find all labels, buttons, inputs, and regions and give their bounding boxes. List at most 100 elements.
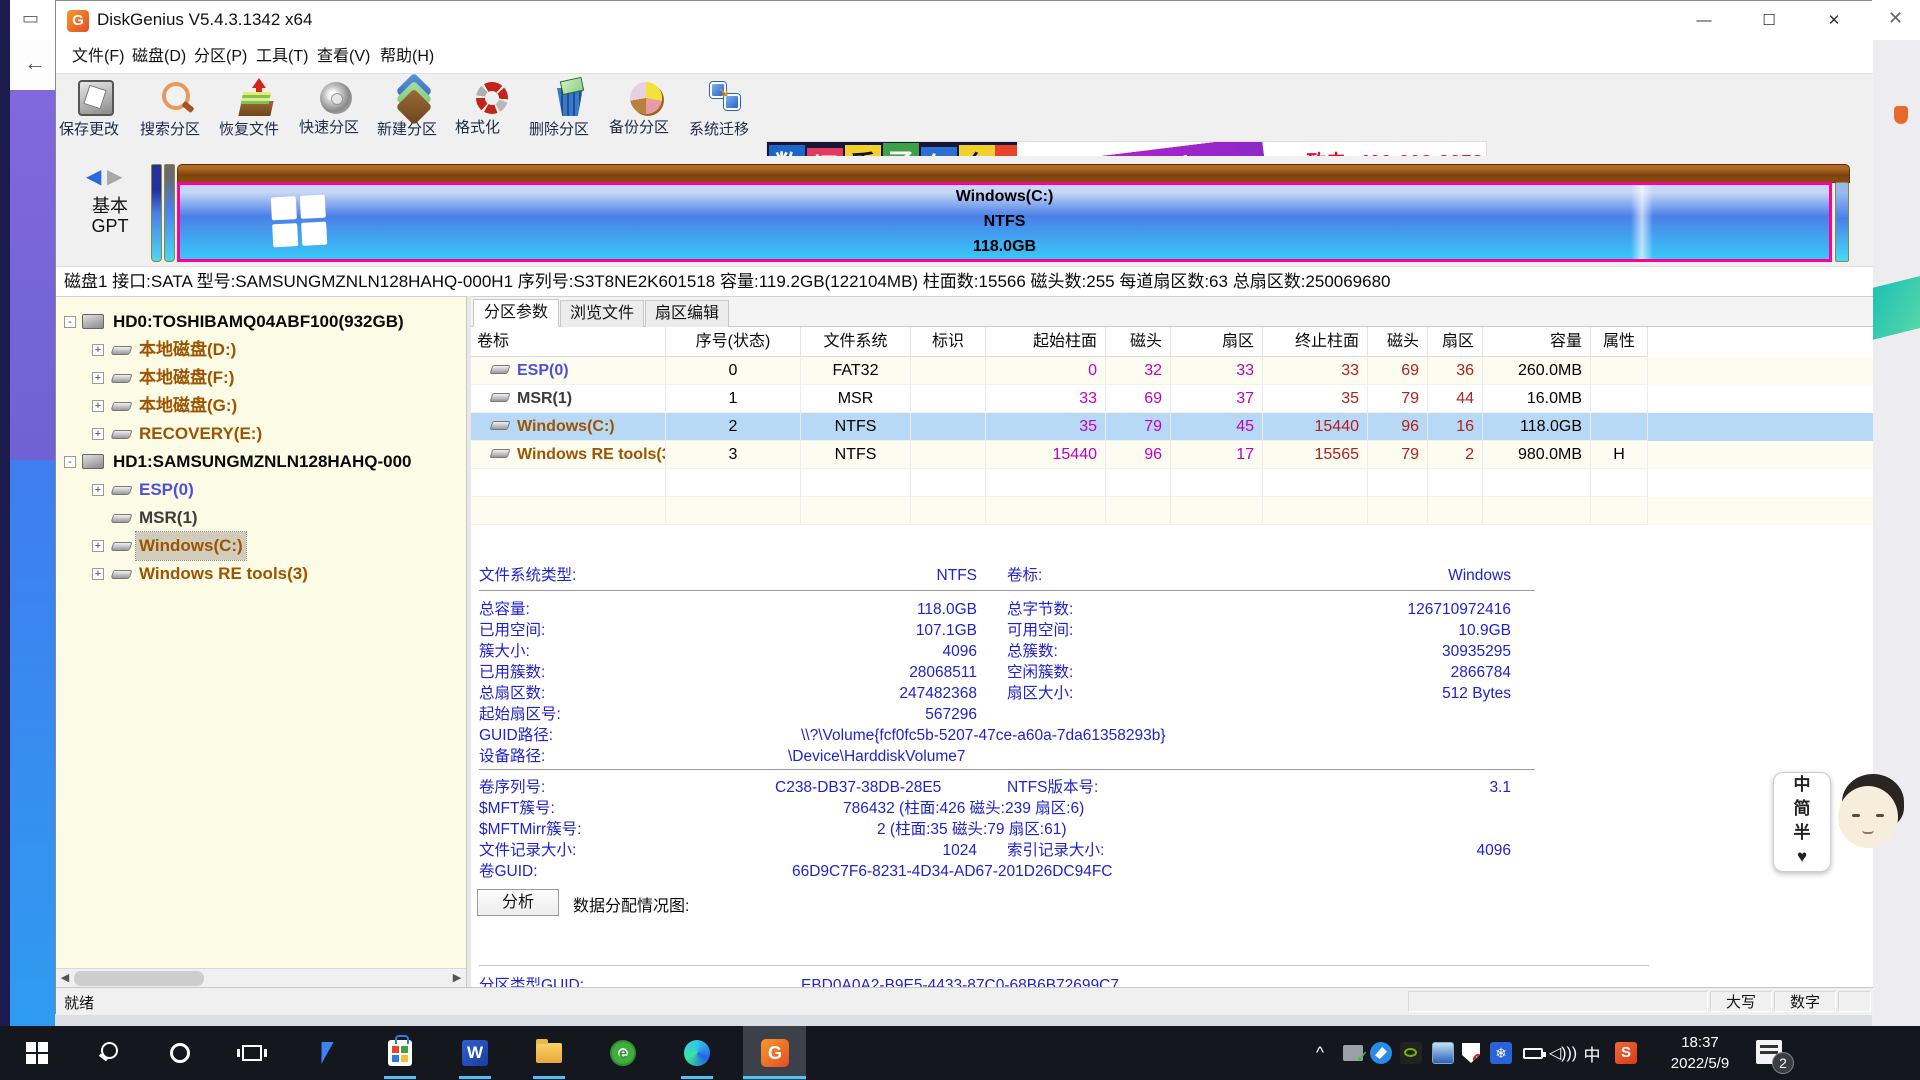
system-migration-button[interactable]: 系统迁移 [686,78,766,154]
detail-value: 118.0GB [621,599,977,620]
col-start-head[interactable]: 磁头 [1106,327,1171,357]
tree-item-msr[interactable]: MSR(1) [56,504,466,532]
expand-box-icon[interactable]: + [92,484,104,496]
col-start-cylinder[interactable]: 起始柱面 [986,327,1106,357]
quick-partition-button[interactable]: 快速分区 [296,78,376,154]
edge-button[interactable] [673,1026,721,1080]
analyze-button[interactable]: 分析 [477,889,559,916]
menu-file[interactable]: 文件(F) [66,45,130,69]
table-row-msr[interactable]: MSR(1) 1 MSR 33 69 37 35 79 44 16.0MB [471,385,1873,413]
scrollbar-thumb[interactable] [74,971,204,986]
tree-item-windows-c[interactable]: + Windows(C:) [56,532,466,560]
tree-item-recovery-e[interactable]: + RECOVERY(E:) [56,420,466,448]
expand-box-icon[interactable]: - [64,456,76,468]
col-end-head[interactable]: 磁头 [1368,327,1428,357]
input-method-indicator[interactable]: 中 [1576,1026,1608,1080]
close-button[interactable]: ✕ [1811,1,1857,41]
cortana-button[interactable] [156,1026,204,1080]
ime-heart-icon[interactable]: ♥ [1774,845,1830,869]
tree-item-local-f[interactable]: + 本地磁盘(F:) [56,364,466,392]
esp-partition-bar[interactable] [151,164,162,262]
taskbar-clock[interactable]: 18:37 2022/5/9 [1652,1032,1748,1074]
menu-tools[interactable]: 工具(T) [250,45,314,69]
ime-mode-chinese[interactable]: 中 [1774,773,1830,797]
expand-box-icon[interactable]: + [92,568,104,580]
col-start-sector[interactable]: 扇区 [1171,327,1263,357]
col-flag[interactable]: 标识 [911,327,986,357]
backup-partition-button[interactable]: 备份分区 [606,78,686,154]
prev-disk-arrow-icon[interactable]: ◀ [86,166,101,188]
expand-box-icon[interactable]: + [92,372,104,384]
tray-nvidia[interactable] [1393,1026,1429,1080]
tree-item-esp[interactable]: + ESP(0) [56,476,466,504]
table-row-esp[interactable]: ESP(0) 0 FAT32 0 32 33 33 69 36 260.0MB [471,357,1873,385]
background-window-sliver: ← [10,40,55,90]
tree-item-local-g[interactable]: + 本地磁盘(G:) [56,392,466,420]
tree-horizontal-scrollbar[interactable]: ◀ ▶ [56,968,466,987]
col-end-sector[interactable]: 扇区 [1428,327,1483,357]
expand-box-icon[interactable]: + [92,344,104,356]
scroll-right-arrow-icon[interactable]: ▶ [448,969,466,987]
recovery-partition-bar[interactable] [1835,182,1849,262]
col-volume-label[interactable]: 卷标 [471,327,666,357]
tree-item-hd1[interactable]: - HD1:SAMSUNGMZNLN128HAHQ-000 [56,448,466,476]
expand-box-icon[interactable]: + [92,400,104,412]
word-button[interactable]: W [451,1026,499,1080]
ime-mode-simplified[interactable]: 简 [1774,797,1830,821]
detail-label: 总簇数: [1007,641,1058,662]
tab-partition-params[interactable]: 分区参数 [473,299,559,327]
background-close-icon[interactable]: ✕ [1888,8,1903,29]
table-row-windows-re[interactable]: Windows RE tools(3) 3 NTFS 15440 96 17 1… [471,441,1873,469]
menu-help[interactable]: 帮助(H) [374,45,440,69]
save-changes-button[interactable]: 保存更改 [56,78,136,154]
new-partition-button[interactable]: 新建分区 [374,78,454,154]
disk-header-bar[interactable] [177,164,1850,183]
scroll-left-arrow-icon[interactable]: ◀ [56,969,74,987]
col-index-status[interactable]: 序号(状态) [666,327,801,357]
menu-view[interactable]: 查看(V) [311,45,376,69]
tab-sector-edit[interactable]: 扇区编辑 [645,300,729,327]
start-button[interactable] [13,1026,61,1080]
detail-value: 3.1 [1171,777,1511,798]
tree-item-windows-re[interactable]: + Windows RE tools(3) [56,560,466,588]
col-capacity[interactable]: 容量 [1483,327,1591,357]
file-explorer-button[interactable] [525,1026,573,1080]
diskgenius-taskbar-button[interactable]: G [751,1026,799,1080]
msr-partition-bar[interactable] [164,164,175,262]
tray-flash-helper[interactable]: ❄ [1483,1026,1519,1080]
maximize-button[interactable]: ☐ [1746,1,1792,41]
browser-360-button[interactable]: e [599,1026,647,1080]
nvidia-icon [1400,1042,1422,1064]
ime-mode-halfwidth[interactable]: 半 [1774,821,1830,845]
search-partition-button[interactable]: 搜索分区 [137,78,217,154]
minimize-button[interactable]: — [1681,1,1727,41]
pinned-app-lightning[interactable] [300,1026,348,1080]
recover-files-button[interactable]: 恢复文件 [216,78,296,154]
tray-sogou[interactable]: S [1608,1026,1644,1080]
next-disk-arrow-icon[interactable]: ▶ [107,166,122,188]
menu-disk[interactable]: 磁盘(D) [126,45,192,69]
format-ring-icon [476,82,508,114]
detail-label: 索引记录大小: [1007,840,1104,861]
tree-item-hd0[interactable]: - HD0:TOSHIBAMQ04ABF100(932GB) [56,308,466,336]
windows-start-icon [26,1042,48,1064]
expand-box-icon[interactable]: - [64,316,76,328]
taskbar-search-button[interactable] [86,1026,134,1080]
microsoft-store-button[interactable] [376,1026,424,1080]
expand-box-icon[interactable]: + [92,428,104,440]
col-filesystem[interactable]: 文件系统 [801,327,911,357]
task-view-button[interactable] [228,1026,276,1080]
ime-floating-toolbar[interactable]: 中 简 半 ♥ [1773,772,1831,872]
col-end-cylinder[interactable]: 终止柱面 [1263,327,1368,357]
back-arrow-icon[interactable]: ← [24,50,46,76]
table-row-windows-c-selected[interactable]: Windows(C:) 2 NTFS 35 79 45 15440 96 16 … [471,413,1873,441]
format-button[interactable]: 格式化 [452,78,532,154]
tree-item-local-d[interactable]: + 本地磁盘(D:) [56,336,466,364]
tab-browse-files[interactable]: 浏览文件 [560,300,644,327]
row-name: MSR(1) [517,390,572,407]
menu-partition[interactable]: 分区(P) [188,45,253,69]
delete-partition-button[interactable]: 删除分区 [526,78,606,154]
tray-expand-chevron[interactable]: ^ [1302,1026,1338,1080]
expand-box-icon[interactable]: + [92,540,104,552]
col-attributes[interactable]: 属性 [1591,327,1648,357]
